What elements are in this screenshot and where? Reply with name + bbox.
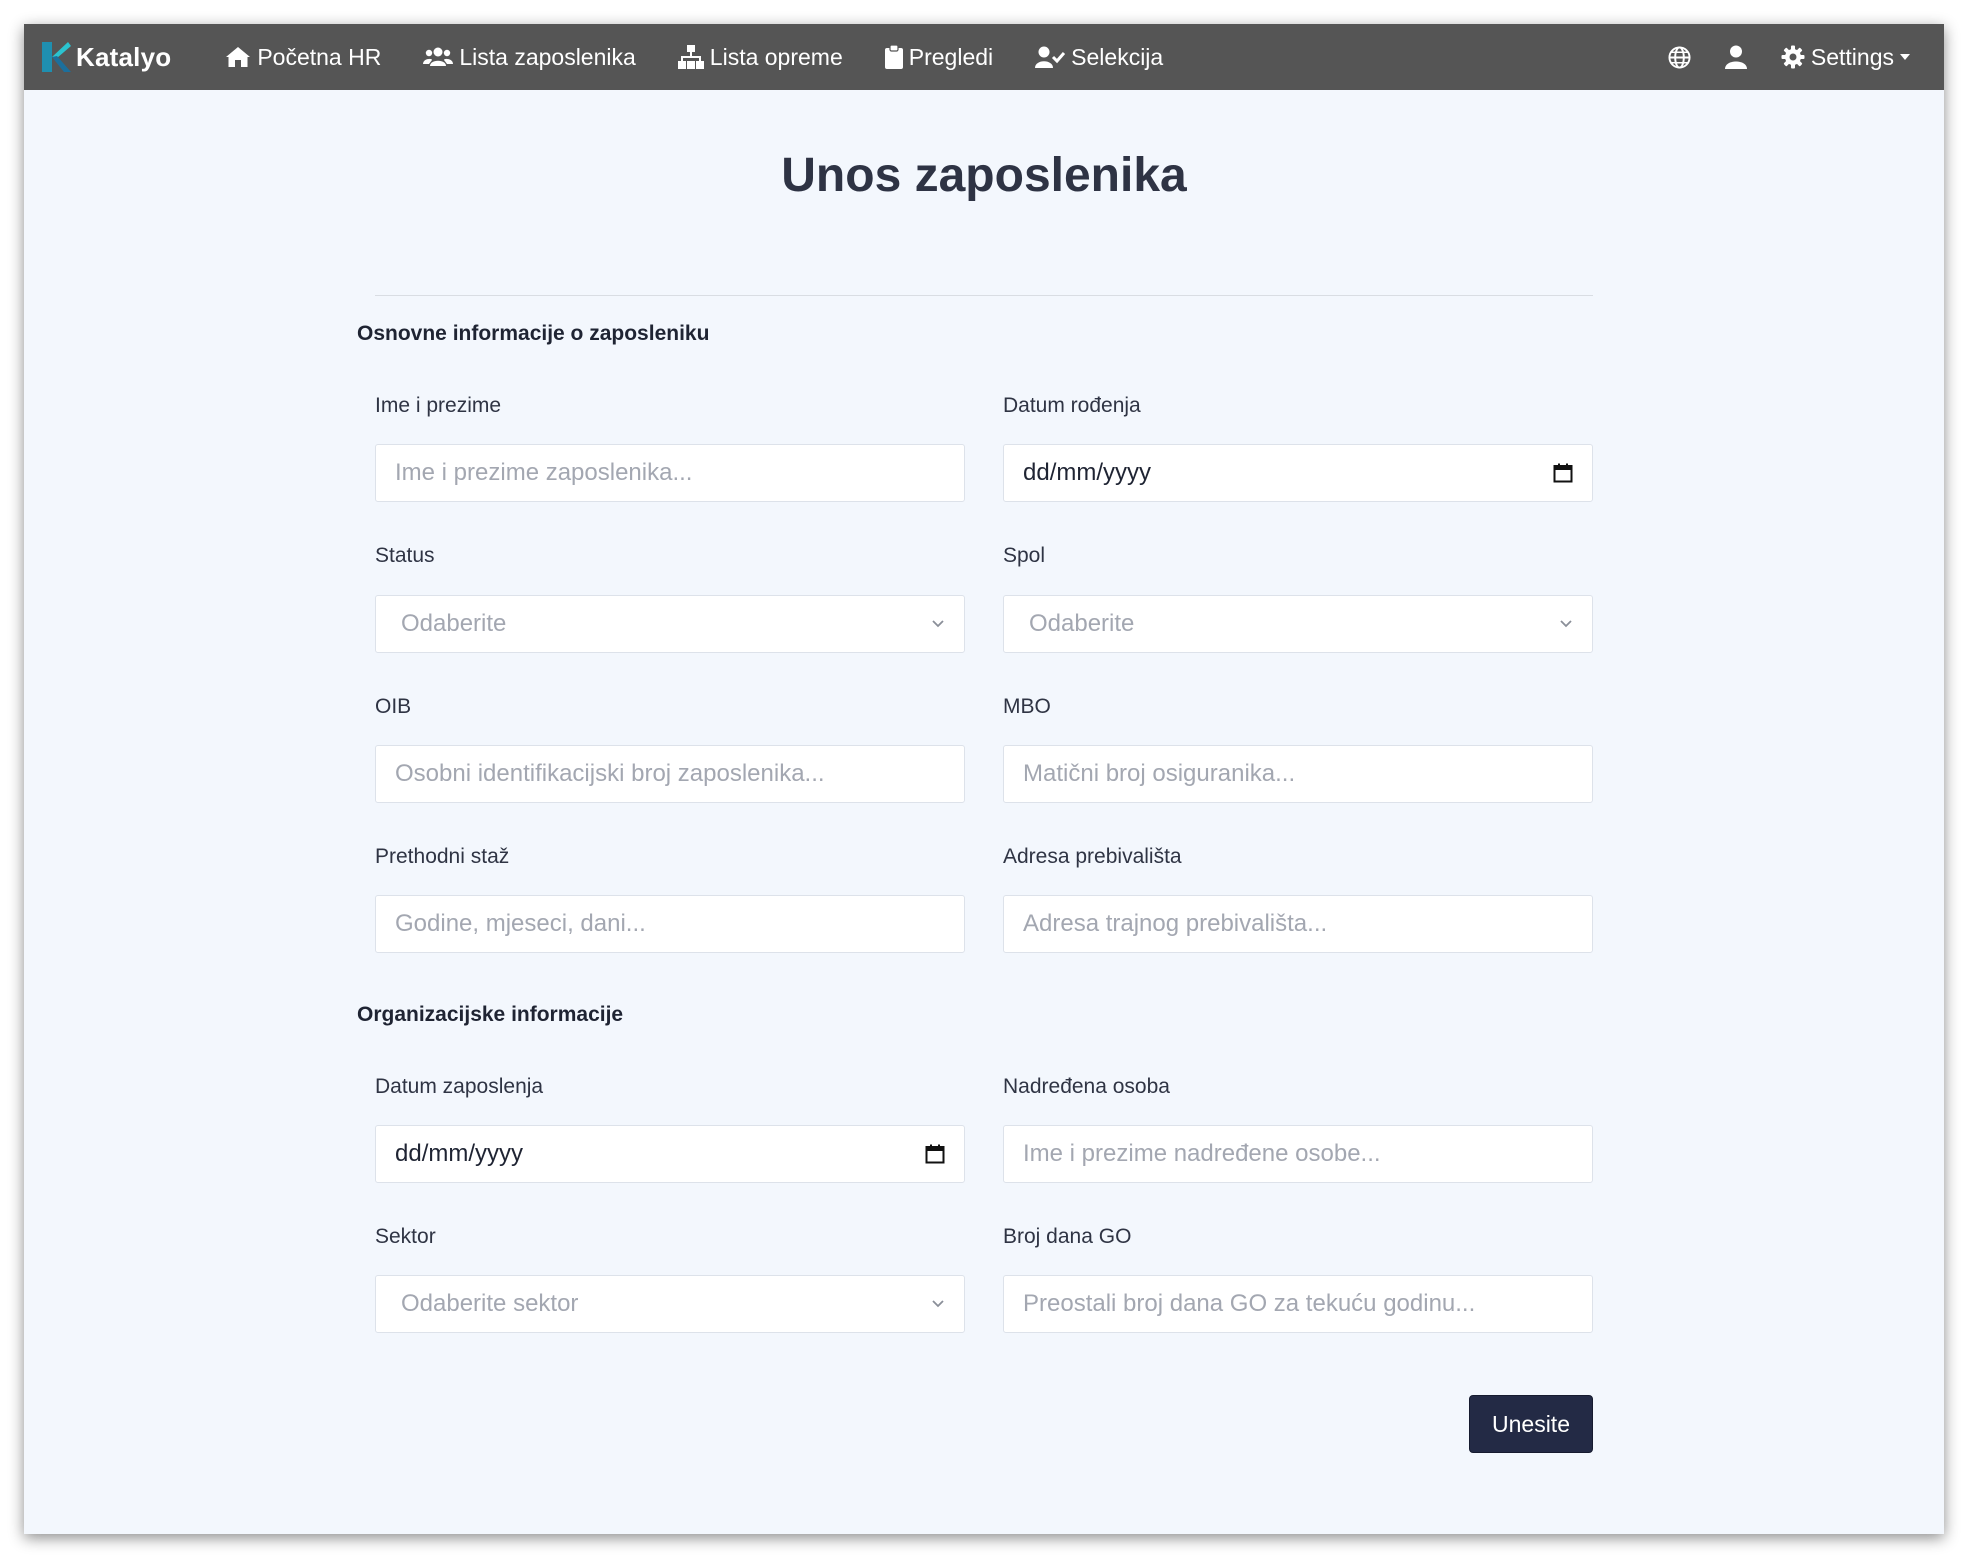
gender-label: Spol [1003, 544, 1046, 567]
nav-right: Settings [1634, 44, 1910, 71]
brand-name: Katalyo [76, 41, 172, 72]
nav-item-label: Lista opreme [709, 43, 843, 70]
chevron-down-icon [931, 619, 945, 629]
gender-select-value: Odaberite [1029, 610, 1135, 637]
gender-select[interactable]: Odaberite [1003, 595, 1593, 653]
section-title-org: Organizacijske informacije [357, 1003, 624, 1026]
nav-item-home[interactable]: Početna HR [225, 44, 381, 71]
home-icon [226, 47, 251, 67]
user-icon [1724, 45, 1747, 69]
full-name-input[interactable] [375, 444, 965, 502]
address-input[interactable] [1003, 895, 1593, 953]
gear-icon [1781, 45, 1805, 69]
mbo-label: MBO [1003, 695, 1051, 718]
prev-service-label: Prethodni staž [375, 845, 510, 868]
user-check-icon [1035, 46, 1066, 68]
page-title: Unos zaposlenika [781, 149, 1187, 202]
sitemap-icon [677, 45, 704, 69]
calendar-icon[interactable] [925, 1144, 945, 1164]
settings-label: Settings [1810, 43, 1894, 70]
clipboard-icon [884, 45, 903, 69]
birth-date-input[interactable]: dd/mm/yyyy [1003, 444, 1593, 502]
top-navbar: Katalyo Početna HR Lista zaposlenika Lis… [24, 24, 1944, 90]
nav-item-equipment[interactable]: Lista opreme [677, 43, 843, 71]
leave-days-label: Broj dana GO [1003, 1225, 1132, 1248]
status-select-value: Odaberite [401, 610, 507, 637]
supervisor-label: Nadređena osoba [1003, 1075, 1170, 1098]
address-label: Adresa prebivališta [1003, 845, 1182, 868]
full-name-label: Ime i prezime [375, 394, 502, 417]
section-title-basic: Osnovne informacije o zaposleniku [357, 322, 710, 345]
birth-date-label: Datum rođenja [1003, 394, 1141, 417]
leave-days-input[interactable] [1003, 1275, 1593, 1333]
oib-label: OIB [375, 695, 412, 718]
globe-icon [1668, 45, 1691, 69]
nav-item-reviews[interactable]: Pregledi [884, 43, 994, 71]
status-label: Status [375, 544, 435, 567]
nav-item-label: Početna HR [257, 43, 382, 70]
nav-item-employees[interactable]: Lista zaposlenika [423, 43, 636, 71]
calendar-icon[interactable] [1553, 463, 1573, 483]
oib-input[interactable] [375, 745, 965, 803]
title-divider [375, 295, 1593, 296]
birth-date-value: dd/mm/yyyy [1023, 459, 1152, 486]
hire-date-value: dd/mm/yyyy [395, 1140, 524, 1167]
nav-item-label: Selekcija [1071, 43, 1164, 70]
status-select[interactable]: Odaberite [375, 595, 965, 653]
nav-links: Početna HR Lista zaposlenika Lista oprem… [225, 44, 1205, 71]
app-window: Katalyo Početna HR Lista zaposlenika Lis… [24, 24, 1944, 1534]
chevron-down-icon [1559, 619, 1573, 629]
katalyo-logo-icon [42, 42, 71, 72]
nav-item-selection[interactable]: Selekcija [1035, 44, 1163, 71]
sector-select[interactable]: Odaberite sektor [375, 1275, 965, 1333]
nav-item-label: Lista zaposlenika [459, 43, 636, 70]
nav-item-label: Pregledi [908, 43, 994, 70]
prev-service-input[interactable] [375, 895, 965, 953]
hire-date-input[interactable]: dd/mm/yyyy [375, 1125, 965, 1183]
users-icon [423, 47, 454, 66]
user-profile-button[interactable] [1724, 45, 1747, 69]
mbo-input[interactable] [1003, 745, 1593, 803]
settings-dropdown[interactable]: Settings [1781, 44, 1910, 71]
hire-date-label: Datum zaposlenja [375, 1075, 544, 1098]
supervisor-input[interactable] [1003, 1125, 1593, 1183]
language-button[interactable] [1668, 45, 1691, 69]
sector-select-value: Odaberite sektor [401, 1290, 579, 1317]
sector-label: Sektor [375, 1225, 436, 1248]
brand-logo[interactable]: Katalyo [40, 40, 171, 74]
caret-down-icon [1900, 54, 1910, 60]
submit-button[interactable]: Unesite [1469, 1395, 1593, 1453]
chevron-down-icon [931, 1299, 945, 1309]
